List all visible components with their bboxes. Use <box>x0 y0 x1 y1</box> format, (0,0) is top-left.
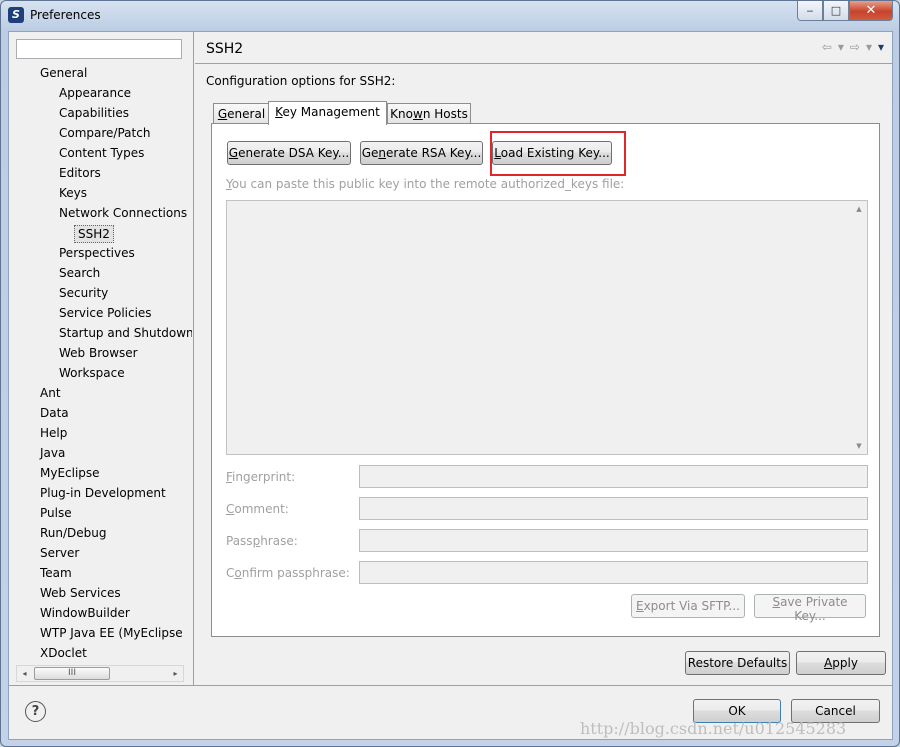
tree-item[interactable]: Editors <box>59 164 101 182</box>
header-divider <box>195 63 892 64</box>
tree-item[interactable]: Service Policies <box>59 304 152 322</box>
back-arrow-icon[interactable]: ⇦ <box>822 40 832 54</box>
scroll-thumb[interactable]: III <box>34 667 110 680</box>
tree-item[interactable]: Pulse <box>40 504 72 522</box>
back-menu-icon[interactable]: ▾ <box>838 40 844 54</box>
close-icon: ✕ <box>865 3 877 18</box>
view-menu-icon[interactable]: ▾ <box>878 40 884 54</box>
scroll-right-icon[interactable]: ▸ <box>168 666 183 681</box>
tree-item[interactable]: MyEclipse <box>40 464 100 482</box>
tab-known-hosts[interactable]: Known Hosts <box>387 103 471 124</box>
window-controls: ‒ □ ✕ <box>797 1 893 21</box>
maximize-icon: □ <box>830 4 842 17</box>
tree-item[interactable]: General <box>40 64 87 82</box>
tree-item[interactable]: Network Connections <box>59 204 187 222</box>
app-logo-icon: S <box>8 7 24 23</box>
tree-item[interactable]: Web Browser <box>59 344 138 362</box>
restore-defaults-button[interactable]: Restore Defaults <box>685 651 790 675</box>
export-via-sftp-button[interactable]: Export Via SFTP... <box>631 594 745 618</box>
tree-item[interactable]: Data <box>40 404 69 422</box>
scroll-up-icon[interactable]: ▲ <box>851 205 867 213</box>
tree-item[interactable]: Ant <box>40 384 61 402</box>
red-highlight-annotation <box>490 131 626 176</box>
window-title: Preferences <box>30 8 101 22</box>
fingerprint-label: Fingerprint: <box>226 470 296 484</box>
generate-rsa-key-button[interactable]: Generate RSA Key... <box>360 141 483 165</box>
preferences-window: S Preferences ‒ □ ✕ General Appearance Cap… <box>0 0 900 747</box>
tree-item[interactable]: Content Types <box>59 144 144 162</box>
tree-item[interactable]: Team <box>40 564 72 582</box>
tree-item[interactable]: Java <box>40 444 65 462</box>
tree-item-selected[interactable]: SSH2 <box>74 225 114 243</box>
tree-item[interactable]: Keys <box>59 184 87 202</box>
tab-key-management[interactable]: Key Management <box>268 101 387 125</box>
comment-field[interactable] <box>359 497 868 520</box>
tree-item[interactable]: Capabilities <box>59 104 129 122</box>
comment-label: Comment: <box>226 502 289 516</box>
forward-arrow-icon[interactable]: ⇨ <box>850 40 860 54</box>
page-title: SSH2 <box>206 41 244 57</box>
sash-divider[interactable] <box>193 32 194 685</box>
tree-item[interactable]: Run/Debug <box>40 524 107 542</box>
tree-item[interactable]: Startup and Shutdown <box>59 324 192 342</box>
page-nav-toolbar: ⇦ ▾ ⇨ ▾ ▾ <box>822 40 884 54</box>
preference-tree[interactable]: General Appearance Capabilities Compare/Pat… <box>9 64 192 664</box>
fingerprint-field[interactable] <box>359 465 868 488</box>
tree-item[interactable]: WindowBuilder <box>40 604 130 622</box>
tab-general[interactable]: General <box>213 103 270 124</box>
filter-box[interactable] <box>16 39 182 59</box>
public-key-hint: You can paste this public key into the r… <box>226 177 625 191</box>
save-private-key-button[interactable]: Save Private Key... <box>754 594 866 623</box>
help-icon[interactable]: ? <box>25 701 46 722</box>
tree-item[interactable]: Appearance <box>59 84 131 102</box>
tree-item[interactable]: Server <box>40 544 79 562</box>
filter-input[interactable] <box>17 40 181 56</box>
close-button[interactable]: ✕ <box>849 1 893 21</box>
apply-button[interactable]: Apply <box>796 651 886 675</box>
tree-item[interactable]: Workspace <box>59 364 125 382</box>
tree-item[interactable]: Perspectives <box>59 244 135 262</box>
tree-horizontal-scrollbar[interactable]: ◂ III ▸ <box>16 665 184 682</box>
maximize-button[interactable]: □ <box>823 1 849 21</box>
minimize-button[interactable]: ‒ <box>797 1 823 21</box>
tree-item[interactable]: Help <box>40 424 67 442</box>
minimize-icon: ‒ <box>806 4 814 17</box>
watermark-text: http://blog.csdn.net/u012545283 <box>580 719 847 738</box>
passphrase-field[interactable] <box>359 529 868 552</box>
tree-item[interactable]: XDoclet <box>40 644 87 662</box>
page-description: Configuration options for SSH2: <box>206 74 396 88</box>
dialog-client-area: General Appearance Capabilities Compare/Pat… <box>8 31 893 740</box>
passphrase-label: Passphrase: <box>226 534 298 548</box>
public-key-scrollbar[interactable]: ▲ ▼ <box>851 201 867 454</box>
scroll-down-icon[interactable]: ▼ <box>851 442 867 450</box>
public-key-textarea[interactable]: ▲ ▼ <box>226 200 868 455</box>
tree-item[interactable]: Search <box>59 264 100 282</box>
tree-item[interactable]: Plug-in Development <box>40 484 166 502</box>
key-management-panel: Generate DSA Key... Generate RSA Key... … <box>211 123 880 637</box>
generate-dsa-key-button[interactable]: Generate DSA Key... <box>227 141 351 165</box>
confirm-passphrase-label: Confirm passphrase: <box>226 566 350 580</box>
tree-item[interactable]: Security <box>59 284 108 302</box>
footer-divider <box>9 685 892 686</box>
scroll-left-icon[interactable]: ◂ <box>17 666 32 681</box>
tree-item[interactable]: WTP Java EE (MyEclipse <box>40 624 183 642</box>
tree-item[interactable]: Web Services <box>40 584 121 602</box>
confirm-passphrase-field[interactable] <box>359 561 868 584</box>
title-bar[interactable]: S Preferences ‒ □ ✕ <box>1 1 899 31</box>
forward-menu-icon[interactable]: ▾ <box>866 40 872 54</box>
tree-item[interactable]: Compare/Patch <box>59 124 150 142</box>
